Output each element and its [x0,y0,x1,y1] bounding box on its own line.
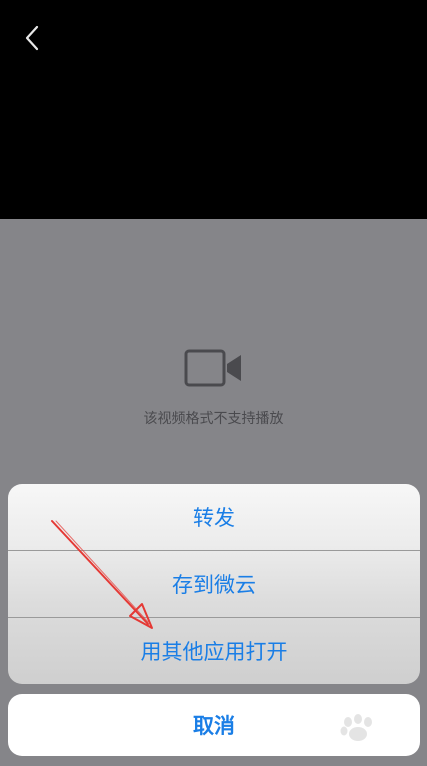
unsupported-format-message: 该视频格式不支持播放 [143,411,284,427]
open-with-other-app-button[interactable]: 用其他应用打开 [8,618,420,684]
chevron-left-icon [25,25,39,51]
back-button[interactable] [14,20,50,56]
forward-button[interactable]: 转发 [8,484,420,550]
watermark-logo [340,714,372,741]
video-camera-icon [184,349,241,387]
top-bar [0,0,427,219]
save-to-weiyun-button[interactable]: 存到微云 [8,551,420,617]
action-sheet: 转发 存到微云 用其他应用打开 [8,484,420,684]
